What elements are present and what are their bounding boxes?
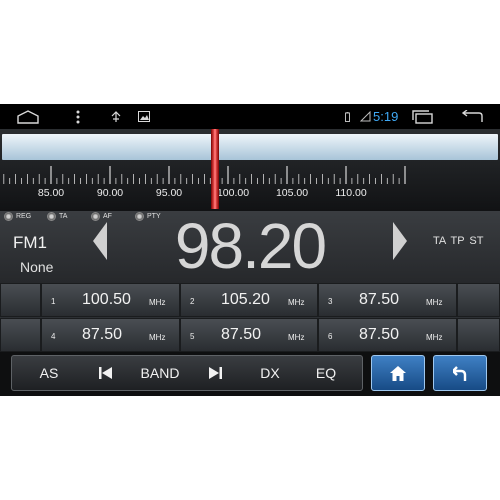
usb-icon (108, 104, 124, 129)
radio-dot-icon (4, 212, 13, 221)
seek-up-arrow-icon[interactable] (392, 221, 408, 266)
scale-label: 110.00 (335, 187, 367, 199)
back-arrow-icon[interactable] (458, 104, 486, 129)
ta-option[interactable]: TA (47, 212, 67, 221)
scale-label: 95.00 (155, 187, 183, 199)
preset-edge-right (457, 318, 500, 352)
scale-labels: 85.00 90.00 95.00 100.00 105.00 110.00 (0, 187, 500, 203)
preset-6[interactable]: 6 87.50 MHz (318, 318, 457, 352)
home-icon (390, 365, 406, 381)
preset-3[interactable]: 3 87.50 MHz (318, 283, 457, 317)
auto-store-button[interactable]: AS (26, 356, 72, 390)
af-option[interactable]: AF (91, 212, 112, 221)
preset-4[interactable]: 4 87.50 MHz (41, 318, 180, 352)
current-frequency: 98.20 (174, 210, 327, 282)
radio-dot-icon (47, 212, 56, 221)
previous-track-icon[interactable] (88, 356, 122, 390)
band-name: FM1 (13, 233, 47, 252)
signal-band (2, 134, 498, 160)
next-track-icon[interactable] (198, 356, 232, 390)
control-panel: AS BAND DX EQ (11, 355, 363, 391)
rds-status: TA TP ST (433, 235, 484, 247)
status-bar: 5:19 (0, 104, 500, 129)
overflow-menu-icon[interactable] (72, 104, 84, 129)
scale-ticks (3, 166, 406, 184)
control-bar: AS BAND DX EQ (0, 352, 500, 396)
scale-label: 105.00 (275, 187, 309, 199)
scale-label: 90.00 (96, 187, 124, 199)
clock: 5:19 (373, 109, 399, 124)
eq-button[interactable]: EQ (304, 356, 348, 390)
radio-dot-icon (135, 212, 144, 221)
preset-1[interactable]: 1 100.50 MHz (41, 283, 180, 317)
scale-label: 85.00 (37, 187, 65, 199)
reg-option[interactable]: REG (4, 212, 31, 221)
signal-icon (358, 104, 372, 129)
battery-icon (342, 104, 352, 129)
recent-apps-icon[interactable] (410, 104, 436, 129)
preset-5[interactable]: 5 87.50 MHz (180, 318, 318, 352)
radio-app-screen: 5:19 85.00 90.00 95.00 100.00 105.00 110.00 R… (0, 104, 500, 396)
scale-label: 100.00 (216, 187, 250, 199)
preset-edge-left (0, 318, 41, 352)
radio-dot-icon (91, 212, 100, 221)
image-icon (136, 104, 152, 129)
home-button[interactable] (371, 355, 425, 391)
band-button[interactable]: BAND (132, 356, 188, 390)
dx-button[interactable]: DX (248, 356, 292, 390)
frequency-display: REG TA AF PTY FM1 None 98.20 TA TP ST (0, 210, 500, 283)
return-button[interactable] (433, 355, 487, 391)
home-outline-icon[interactable] (14, 104, 42, 129)
station-name: None (20, 259, 54, 275)
preset-2[interactable]: 2 105.20 MHz (180, 283, 318, 317)
tuning-needle[interactable] (210, 129, 219, 209)
preset-grid: 1 100.50 MHz 2 105.20 MHz 3 87.50 MHz 4 … (0, 283, 500, 352)
seek-down-arrow-icon[interactable] (92, 221, 108, 266)
preset-edge-left (0, 283, 41, 317)
return-arrow-icon (453, 365, 467, 381)
tuner-scale[interactable]: 85.00 90.00 95.00 100.00 105.00 110.00 (0, 129, 500, 211)
preset-edge-right (457, 283, 500, 317)
